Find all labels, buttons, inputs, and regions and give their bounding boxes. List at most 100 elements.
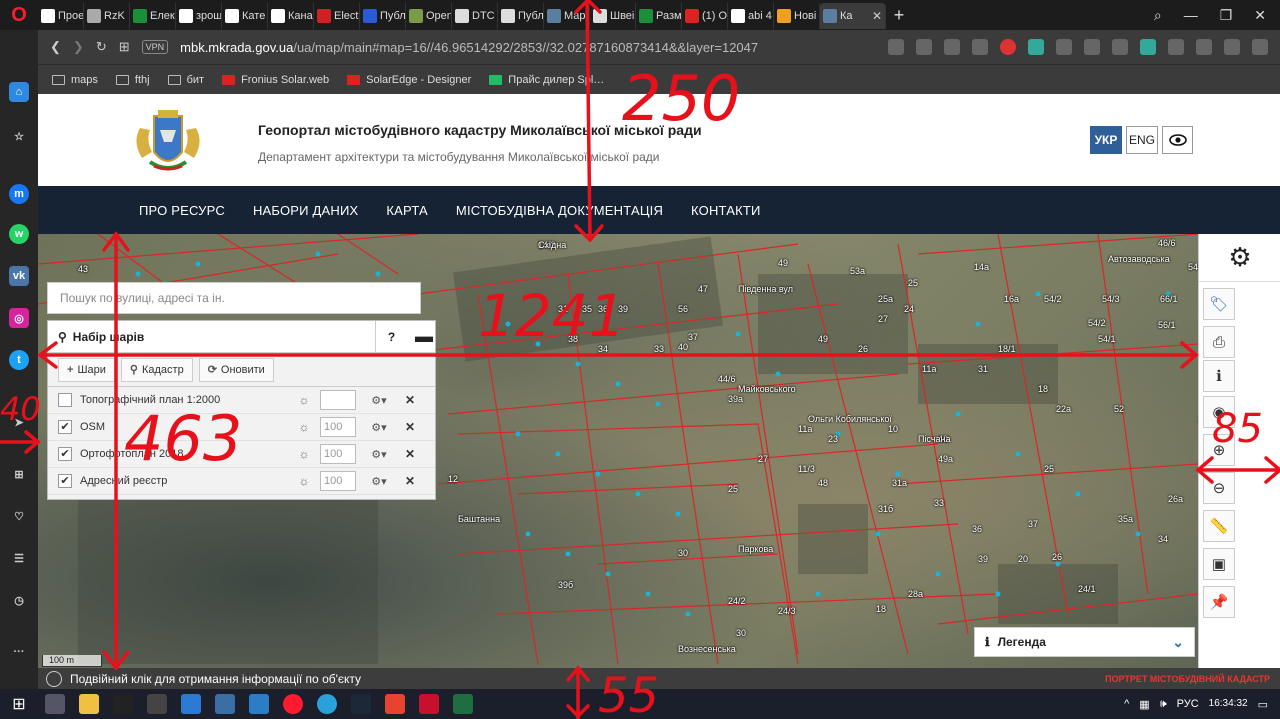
whatsapp-icon[interactable]: w: [9, 224, 29, 244]
bookmark-item[interactable]: Прайс дилер Spl…: [489, 74, 604, 86]
layer-checkbox[interactable]: ✔: [58, 420, 72, 434]
layer-checkbox[interactable]: [58, 393, 72, 407]
clock[interactable]: 16:34:32: [1209, 698, 1248, 710]
layer-remove-icon[interactable]: ✕: [400, 393, 420, 407]
map-search-input[interactable]: Пошук по вулиці, адресі та ін.: [47, 282, 421, 314]
terminal-icon[interactable]: [113, 694, 133, 714]
layer-settings-icon[interactable]: ⚙▾: [364, 421, 394, 434]
messenger-icon[interactable]: m: [9, 184, 29, 204]
cadastre-button[interactable]: ⚲ Кадастр: [120, 357, 193, 382]
layer-checkbox[interactable]: ✔: [58, 474, 72, 488]
layer-opacity-input[interactable]: 100: [320, 471, 356, 491]
geolocate-icon[interactable]: ◉: [1203, 396, 1235, 428]
tab[interactable]: RzK: [84, 3, 130, 29]
taskview-icon[interactable]: [45, 694, 65, 714]
bookmark-item[interactable]: fthj: [115, 74, 150, 86]
bookmark-item[interactable]: бит: [167, 74, 204, 86]
adblock-icon[interactable]: [1000, 39, 1016, 55]
tab[interactable]: Elect: [314, 3, 360, 29]
tab[interactable]: Кате: [222, 3, 268, 29]
heart-icon[interactable]: ♡: [9, 506, 29, 526]
bookmarks-star-icon[interactable]: ☆: [9, 126, 29, 146]
tag-icon[interactable]: 🏷: [1203, 288, 1235, 320]
send-icon[interactable]: [944, 39, 960, 55]
refresh-button[interactable]: ⟳ Оновити: [198, 357, 274, 382]
opera-logo[interactable]: O: [0, 0, 38, 30]
camera-icon[interactable]: [888, 39, 904, 55]
restore-icon[interactable]: ❐: [1220, 7, 1233, 24]
layer-opacity-input[interactable]: 100: [320, 444, 356, 464]
tab[interactable]: Open: [406, 3, 452, 29]
tray-chevron-icon[interactable]: ^: [1124, 698, 1129, 710]
bookmark-item[interactable]: Fronius Solar.web: [222, 74, 329, 86]
layer-settings-icon[interactable]: ⚙▾: [364, 448, 394, 461]
tabs-grid-icon[interactable]: ⊞: [119, 39, 130, 55]
news-icon[interactable]: ☰: [9, 548, 29, 568]
bookmark-item[interactable]: maps: [52, 74, 98, 86]
legend-toggle[interactable]: ℹ Легенда ⌄: [974, 627, 1195, 657]
reload-icon[interactable]: ↻: [96, 39, 107, 55]
zoom-in-icon[interactable]: ⊕: [1203, 434, 1235, 466]
back-icon[interactable]: ❮: [50, 39, 61, 55]
windows-start-icon[interactable]: ⊞: [0, 689, 38, 719]
nav-item[interactable]: МІСТОБУДІВНА ДОКУМЕНТАЦІЯ: [456, 203, 663, 218]
nav-item[interactable]: КОНТАКТИ: [691, 203, 761, 218]
layer-settings-icon[interactable]: ⚙▾: [364, 394, 394, 407]
keyboard-icon[interactable]: [215, 694, 235, 714]
lang-eng-button[interactable]: ENG: [1126, 126, 1158, 154]
steam-icon[interactable]: [351, 694, 371, 714]
send-icon[interactable]: ➤: [9, 412, 29, 432]
notifications-icon[interactable]: ▭: [1258, 698, 1268, 711]
close-window-icon[interactable]: ✕: [1254, 7, 1266, 24]
layer-opacity-input[interactable]: 100: [320, 417, 356, 437]
collapse-button[interactable]: ▬: [413, 321, 435, 353]
network-icon[interactable]: ▦: [1139, 698, 1149, 711]
bookmark-item[interactable]: SolarEdge - Designer: [347, 74, 471, 86]
tab[interactable]: abi 4: [728, 3, 774, 29]
extension-5-icon[interactable]: [1140, 39, 1156, 55]
nav-item[interactable]: ПРО РЕСУРС: [139, 203, 225, 218]
print-icon[interactable]: ⎙: [1203, 326, 1235, 358]
menu-icon[interactable]: [1252, 39, 1268, 55]
url-field[interactable]: mbk.mkrada.gov.ua/ua/map/main#map=16//46…: [180, 40, 780, 55]
new-tab-button[interactable]: +: [886, 5, 912, 26]
tab[interactable]: Публ: [360, 3, 406, 29]
pdf-icon[interactable]: [419, 694, 439, 714]
tab[interactable]: Елек: [130, 3, 176, 29]
extension-2-icon[interactable]: [1056, 39, 1072, 55]
layer-settings-icon[interactable]: ⚙▾: [364, 475, 394, 488]
history-icon[interactable]: ◷: [9, 590, 29, 610]
accessibility-eye-icon[interactable]: [1162, 126, 1193, 154]
layer-checkbox[interactable]: ✔: [58, 447, 72, 461]
calculator-icon[interactable]: [147, 694, 167, 714]
home-icon[interactable]: ⌂: [9, 82, 29, 102]
minimize-icon[interactable]: —: [1184, 7, 1198, 23]
pin-tool-icon[interactable]: 📌: [1203, 586, 1235, 618]
explorer-icon[interactable]: [79, 694, 99, 714]
remote-desktop-icon[interactable]: [249, 694, 269, 714]
opera-taskbar-icon[interactable]: [283, 694, 303, 714]
extension-3-icon[interactable]: [1084, 39, 1100, 55]
info-icon[interactable]: ℹ: [1203, 360, 1235, 392]
layer-remove-icon[interactable]: ✕: [400, 474, 420, 488]
tab-active[interactable]: Ка ✕: [820, 3, 886, 29]
tab[interactable]: Прое: [38, 3, 84, 29]
forward-icon[interactable]: ❯: [73, 39, 84, 55]
tab[interactable]: DTC: [452, 3, 498, 29]
tab[interactable]: Марі: [544, 3, 590, 29]
volume-icon[interactable]: 🕪: [1160, 698, 1167, 711]
nav-item[interactable]: НАБОРИ ДАНИХ: [253, 203, 358, 218]
frame-icon[interactable]: ▣: [1203, 548, 1235, 580]
tab[interactable]: Кана: [268, 3, 314, 29]
close-tab-icon[interactable]: ✕: [872, 9, 882, 23]
ruler-icon[interactable]: 📏: [1203, 510, 1235, 542]
tab[interactable]: зрош: [176, 3, 222, 29]
tab[interactable]: Разм: [636, 3, 682, 29]
tab[interactable]: (1) О: [682, 3, 728, 29]
tab[interactable]: Нові: [774, 3, 820, 29]
vk-icon[interactable]: vk: [9, 266, 29, 286]
vpn-badge[interactable]: VPN: [141, 40, 169, 54]
profile-icon[interactable]: [1224, 39, 1240, 55]
excel-icon[interactable]: [453, 694, 473, 714]
zoom-out-icon[interactable]: ⊖: [1203, 472, 1235, 504]
